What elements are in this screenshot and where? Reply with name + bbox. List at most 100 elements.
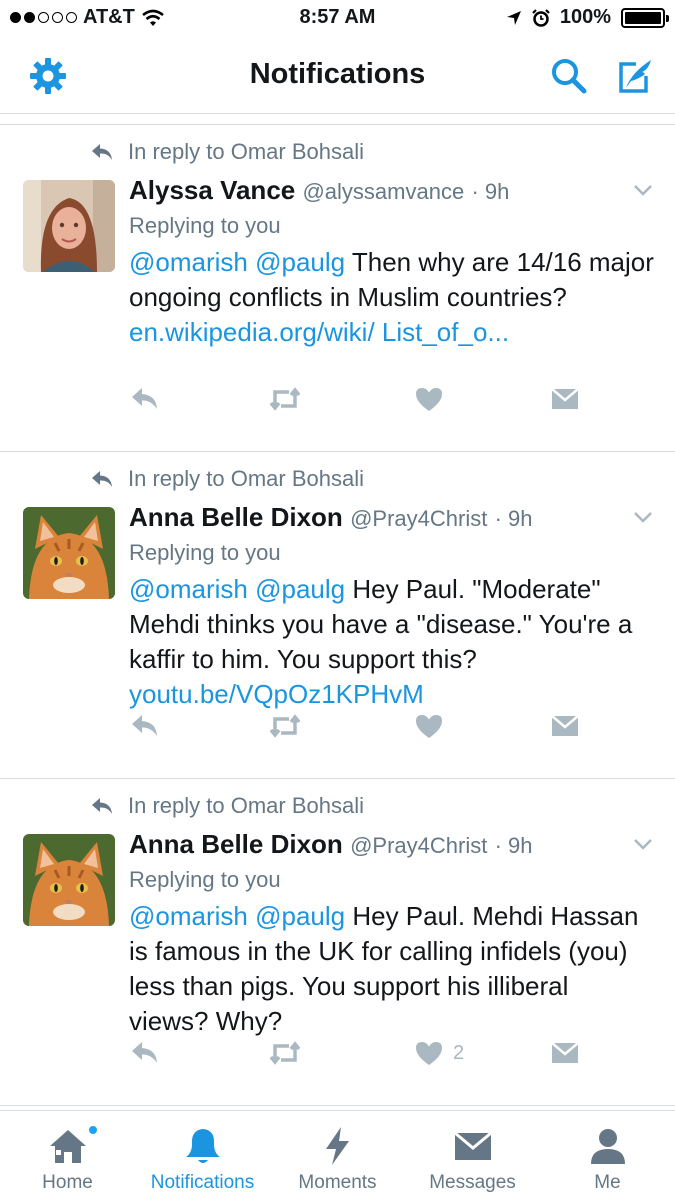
chevron-down-icon[interactable] bbox=[633, 183, 653, 197]
like-button[interactable] bbox=[413, 385, 453, 413]
direct-message-button[interactable] bbox=[549, 385, 581, 413]
tab-home[interactable]: Home bbox=[0, 1111, 135, 1200]
reply-arrow-icon bbox=[92, 144, 112, 160]
tab-notifications[interactable]: Notifications bbox=[135, 1111, 270, 1200]
tab-label: Home bbox=[42, 1172, 93, 1193]
replying-to: Replying to you bbox=[129, 213, 281, 238]
tab-bar: Home Notifications Moments Messages Me bbox=[0, 1110, 675, 1200]
battery-icon bbox=[621, 7, 669, 28]
tab-label: Messages bbox=[429, 1172, 516, 1193]
author-name[interactable]: Anna Belle Dixon bbox=[129, 829, 343, 859]
envelope-icon bbox=[551, 388, 579, 409]
mention-links[interactable]: @omarish @paulg bbox=[129, 247, 345, 277]
reply-context-text: In reply to Omar Bohsali bbox=[128, 793, 364, 818]
tweet-text: @omarish @paulg Then why are 14/16 major… bbox=[129, 245, 654, 350]
heart-icon bbox=[416, 388, 442, 411]
author-handle[interactable]: @Pray4Christ bbox=[350, 506, 487, 531]
tweet-time: · 9h bbox=[471, 179, 510, 204]
tweet[interactable]: In reply to Omar Bohsali Alyssa Vance @a… bbox=[0, 125, 675, 452]
tweet-link[interactable]: youtu.be/VQpOz1KPHvM bbox=[129, 679, 424, 709]
reply-icon bbox=[132, 388, 157, 409]
tweet[interactable]: In reply to Omar Bohsali Anna Belle Dixo… bbox=[0, 452, 675, 779]
reply-context-text: In reply to Omar Bohsali bbox=[128, 466, 364, 491]
envelope-icon bbox=[454, 1131, 492, 1160]
replying-to: Replying to you bbox=[129, 867, 281, 892]
status-right: 100% bbox=[506, 6, 669, 29]
tab-moments[interactable]: Moments bbox=[270, 1111, 405, 1200]
notifications-feed[interactable]: In reply to Omar Bohsali Alyssa Vance @a… bbox=[0, 114, 675, 1110]
mention-links[interactable]: @omarish @paulg bbox=[129, 574, 345, 604]
reply-button[interactable] bbox=[129, 1039, 161, 1067]
search-icon[interactable] bbox=[548, 56, 588, 96]
tweet-text: @omarish @paulg Hey Paul. "Moderate" Meh… bbox=[129, 572, 654, 712]
avatar-photo bbox=[23, 834, 115, 926]
tweet-actions bbox=[129, 712, 589, 752]
retweet-button[interactable] bbox=[269, 712, 301, 740]
tab-label: Notifications bbox=[150, 1172, 255, 1193]
chevron-down-icon[interactable] bbox=[633, 510, 653, 524]
unread-dot bbox=[88, 1125, 98, 1135]
author-name[interactable]: Anna Belle Dixon bbox=[129, 502, 343, 532]
mention-links[interactable]: @omarish @paulg bbox=[129, 901, 345, 931]
reply-context[interactable]: In reply to Omar Bohsali bbox=[90, 793, 364, 819]
tab-messages[interactable]: Messages bbox=[405, 1111, 540, 1200]
author-name[interactable]: Alyssa Vance bbox=[129, 175, 295, 205]
avatar[interactable] bbox=[23, 180, 115, 272]
reply-context-text: In reply to Omar Bohsali bbox=[128, 139, 364, 164]
reply-context[interactable]: In reply to Omar Bohsali bbox=[90, 139, 364, 165]
like-count: 2 bbox=[453, 1041, 465, 1064]
divider bbox=[0, 114, 675, 125]
tab-label: Me bbox=[594, 1172, 621, 1193]
replying-to: Replying to you bbox=[129, 540, 281, 565]
home-icon bbox=[50, 1130, 86, 1163]
reply-icon bbox=[132, 1042, 157, 1063]
navigation-bar: Notifications bbox=[0, 38, 675, 114]
retweet-icon bbox=[269, 387, 301, 411]
tweet-actions bbox=[129, 385, 589, 425]
like-button[interactable]: 2 bbox=[413, 1039, 464, 1067]
avatar-photo bbox=[23, 180, 115, 272]
direct-message-button[interactable] bbox=[549, 1039, 581, 1067]
heart-icon bbox=[416, 1042, 442, 1065]
like-button[interactable] bbox=[413, 712, 453, 740]
author-handle[interactable]: @alyssamvance bbox=[302, 179, 464, 204]
direct-message-button[interactable] bbox=[549, 712, 581, 740]
battery-percent: 100% bbox=[559, 6, 611, 28]
person-icon bbox=[591, 1129, 625, 1164]
tweet-text: @omarish @paulg Hey Paul. Mehdi Hassan i… bbox=[129, 899, 654, 1039]
reply-button[interactable] bbox=[129, 385, 161, 413]
location-arrow-icon bbox=[506, 10, 521, 25]
author-handle[interactable]: @Pray4Christ bbox=[350, 833, 487, 858]
retweet-button[interactable] bbox=[269, 1039, 301, 1067]
tweet-header: Anna Belle Dixon @Pray4Christ · 9h bbox=[129, 829, 532, 860]
lightning-icon bbox=[326, 1127, 349, 1165]
tab-label: Moments bbox=[298, 1172, 377, 1193]
compose-icon[interactable] bbox=[614, 56, 654, 96]
retweet-button[interactable] bbox=[269, 385, 301, 413]
tweet-header: Anna Belle Dixon @Pray4Christ · 9h bbox=[129, 502, 532, 533]
status-bar: AT&T 8:57 AM 100% bbox=[0, 0, 675, 38]
avatar[interactable] bbox=[23, 834, 115, 926]
alarm-icon bbox=[532, 8, 550, 27]
tweet-time: · 9h bbox=[494, 506, 533, 531]
tweet[interactable]: In reply to Omar Bohsali Anna Belle Dixo… bbox=[0, 779, 675, 1106]
reply-button[interactable] bbox=[129, 712, 161, 740]
reply-context[interactable]: In reply to Omar Bohsali bbox=[90, 466, 364, 492]
envelope-icon bbox=[551, 715, 579, 736]
avatar[interactable] bbox=[23, 507, 115, 599]
reply-arrow-icon bbox=[92, 798, 112, 814]
retweet-icon bbox=[269, 1041, 301, 1065]
tweet-link[interactable]: en.wikipedia.org/wiki/ List_of_o... bbox=[129, 317, 509, 347]
retweet-icon bbox=[269, 714, 301, 738]
bell-icon bbox=[186, 1129, 220, 1163]
tweet-header: Alyssa Vance @alyssamvance · 9h bbox=[129, 175, 509, 206]
tab-me[interactable]: Me bbox=[540, 1111, 675, 1200]
reply-arrow-icon bbox=[92, 471, 112, 487]
chevron-down-icon[interactable] bbox=[633, 837, 653, 851]
envelope-icon bbox=[551, 1042, 579, 1063]
heart-icon bbox=[416, 715, 442, 738]
avatar-photo bbox=[23, 507, 115, 599]
reply-icon bbox=[132, 715, 157, 736]
tweet-actions: 2 bbox=[129, 1039, 589, 1079]
tweet-time: · 9h bbox=[494, 833, 533, 858]
